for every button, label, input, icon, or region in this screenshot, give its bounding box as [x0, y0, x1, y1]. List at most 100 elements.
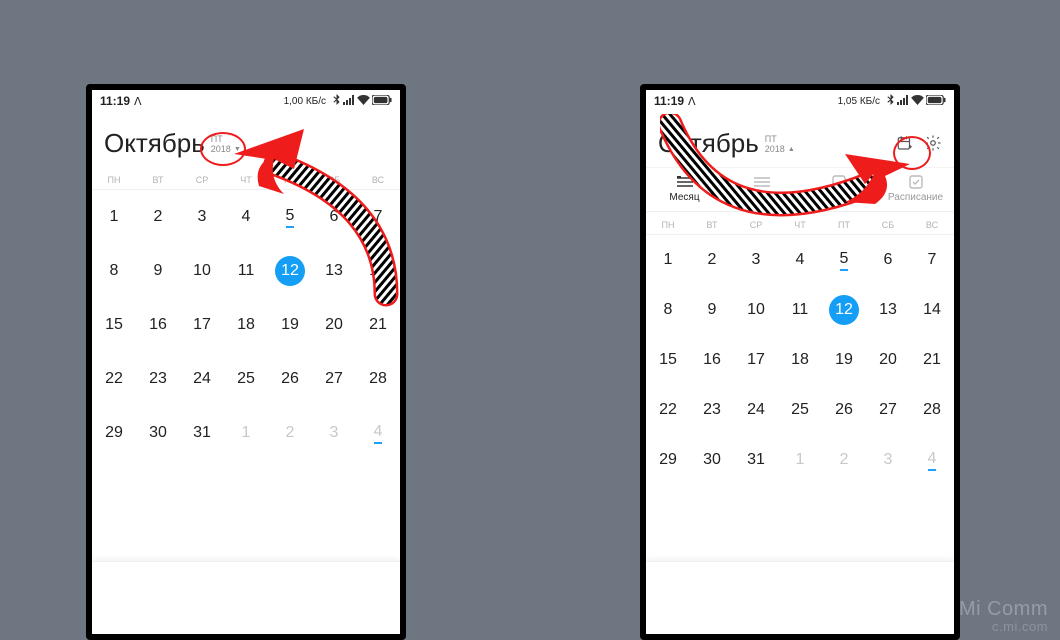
tab-day[interactable]: День	[800, 168, 877, 211]
calendar-day[interactable]: 1	[92, 190, 136, 244]
calendar-day[interactable]: 19	[822, 335, 866, 385]
calendar-day[interactable]: 10	[180, 244, 224, 298]
status-time: 11:19	[654, 94, 684, 108]
calendar-day[interactable]: 24	[180, 352, 224, 406]
calendar-day[interactable]: 20	[866, 335, 910, 385]
calendar-day[interactable]: 22	[92, 352, 136, 406]
calendar-day[interactable]: 5	[268, 190, 312, 244]
screen: 11:19 ᐱ 1,00 КБ/с Октябрь ПТ 2018	[92, 90, 400, 634]
calendar-day[interactable]: 4	[224, 190, 268, 244]
calendar-day[interactable]: 4	[356, 406, 400, 460]
calendar-day[interactable]: 27	[312, 352, 356, 406]
status-bar: 11:19 ᐱ 1,00 КБ/с	[92, 90, 400, 110]
settings-icon[interactable]	[924, 134, 942, 157]
calendar-day[interactable]: 28	[356, 352, 400, 406]
calendar-day[interactable]: 11	[224, 244, 268, 298]
calendar-day[interactable]: 14	[910, 285, 954, 335]
calendar-day[interactable]: 18	[778, 335, 822, 385]
calendar-day[interactable]: 9	[690, 285, 734, 335]
jump-to-date-icon[interactable]	[896, 134, 914, 157]
calendar-day[interactable]: 15	[92, 298, 136, 352]
calendar-day[interactable]: 2	[268, 406, 312, 460]
screen: 11:19 ᐱ 1,05 КБ/с Октябрь ПТ 2018	[646, 90, 954, 634]
calendar-day[interactable]: 17	[734, 335, 778, 385]
calendar-day[interactable]: 4	[778, 235, 822, 285]
calendar-day[interactable]: 12	[268, 244, 312, 298]
calendar-header: Октябрь ПТ 2018 ▲	[646, 110, 954, 167]
calendar-day[interactable]: 11	[778, 285, 822, 335]
calendar-day[interactable]: 16	[690, 335, 734, 385]
calendar-day[interactable]: 31	[734, 435, 778, 485]
calendar-day[interactable]: 29	[92, 406, 136, 460]
calendar-day[interactable]: 13	[866, 285, 910, 335]
calendar-day[interactable]: 21	[356, 298, 400, 352]
calendar-day[interactable]: 27	[866, 385, 910, 435]
wifi-icon	[911, 95, 924, 108]
calendar-day[interactable]: 8	[92, 244, 136, 298]
calendar-day[interactable]: 3	[180, 190, 224, 244]
calendar-day[interactable]: 30	[690, 435, 734, 485]
calendar-day[interactable]: 13	[312, 244, 356, 298]
calendar-day[interactable]: 18	[224, 298, 268, 352]
calendar-day[interactable]: 15	[646, 335, 690, 385]
calendar-day[interactable]: 29	[646, 435, 690, 485]
year-selector[interactable]: ПТ 2018 ▼	[211, 135, 241, 159]
calendar-grid: 1234567891011121314151617181920212223242…	[92, 190, 400, 460]
tab-week[interactable]: Неделя	[723, 168, 800, 211]
signal-icon	[343, 95, 355, 108]
calendar-day[interactable]: 21	[910, 335, 954, 385]
calendar-day[interactable]: 1	[224, 406, 268, 460]
calendar-day[interactable]: 19	[268, 298, 312, 352]
calendar-day[interactable]: 2	[136, 190, 180, 244]
bluetooth-icon	[886, 94, 895, 108]
week-view-icon	[723, 174, 800, 190]
weekday-label: ВТ	[690, 220, 734, 230]
calendar-day[interactable]: 26	[822, 385, 866, 435]
calendar-day[interactable]: 24	[734, 385, 778, 435]
calendar-day[interactable]: 31	[180, 406, 224, 460]
weekday-label: ПН	[92, 175, 136, 185]
calendar-day[interactable]: 3	[866, 435, 910, 485]
tab-label: День	[827, 192, 850, 203]
calendar-day[interactable]: 2	[822, 435, 866, 485]
calendar-day[interactable]: 25	[224, 352, 268, 406]
calendar-day[interactable]: 10	[734, 285, 778, 335]
gps-icon: ᐱ	[134, 95, 142, 108]
event-panel[interactable]	[92, 561, 400, 634]
tab-schedule[interactable]: Расписание	[877, 168, 954, 211]
tab-month[interactable]: Месяц	[646, 168, 723, 211]
battery-icon	[372, 95, 392, 108]
calendar-day[interactable]: 5	[822, 235, 866, 285]
calendar-day[interactable]: 20	[312, 298, 356, 352]
calendar-day[interactable]: 2	[690, 235, 734, 285]
status-network: 1,00 КБ/с	[284, 96, 326, 107]
calendar-day[interactable]: 3	[312, 406, 356, 460]
calendar-day[interactable]: 12	[822, 285, 866, 335]
calendar-day[interactable]: 23	[136, 352, 180, 406]
event-panel[interactable]	[646, 561, 954, 634]
calendar-day[interactable]: 6	[866, 235, 910, 285]
calendar-day[interactable]: 26	[268, 352, 312, 406]
calendar-day[interactable]: 28	[910, 385, 954, 435]
calendar-day[interactable]: 9	[136, 244, 180, 298]
weekday-label: СБ	[866, 220, 910, 230]
calendar-day[interactable]: 4	[910, 435, 954, 485]
calendar-day[interactable]: 14	[356, 244, 400, 298]
calendar-day[interactable]: 22	[646, 385, 690, 435]
calendar-day[interactable]: 6	[312, 190, 356, 244]
calendar-day[interactable]: 8	[646, 285, 690, 335]
calendar-day[interactable]: 3	[734, 235, 778, 285]
calendar-day[interactable]: 1	[646, 235, 690, 285]
weekday-label: ВТ	[136, 175, 180, 185]
month-title: Октябрь	[658, 128, 759, 159]
calendar-day[interactable]: 1	[778, 435, 822, 485]
calendar-day[interactable]: 23	[690, 385, 734, 435]
year-selector[interactable]: ПТ 2018 ▲	[765, 135, 795, 159]
calendar-day[interactable]: 7	[910, 235, 954, 285]
calendar-day[interactable]: 25	[778, 385, 822, 435]
calendar-day[interactable]: 17	[180, 298, 224, 352]
calendar-day[interactable]: 16	[136, 298, 180, 352]
calendar-day[interactable]: 7	[356, 190, 400, 244]
chevron-up-icon: ▲	[788, 146, 795, 154]
calendar-day[interactable]: 30	[136, 406, 180, 460]
